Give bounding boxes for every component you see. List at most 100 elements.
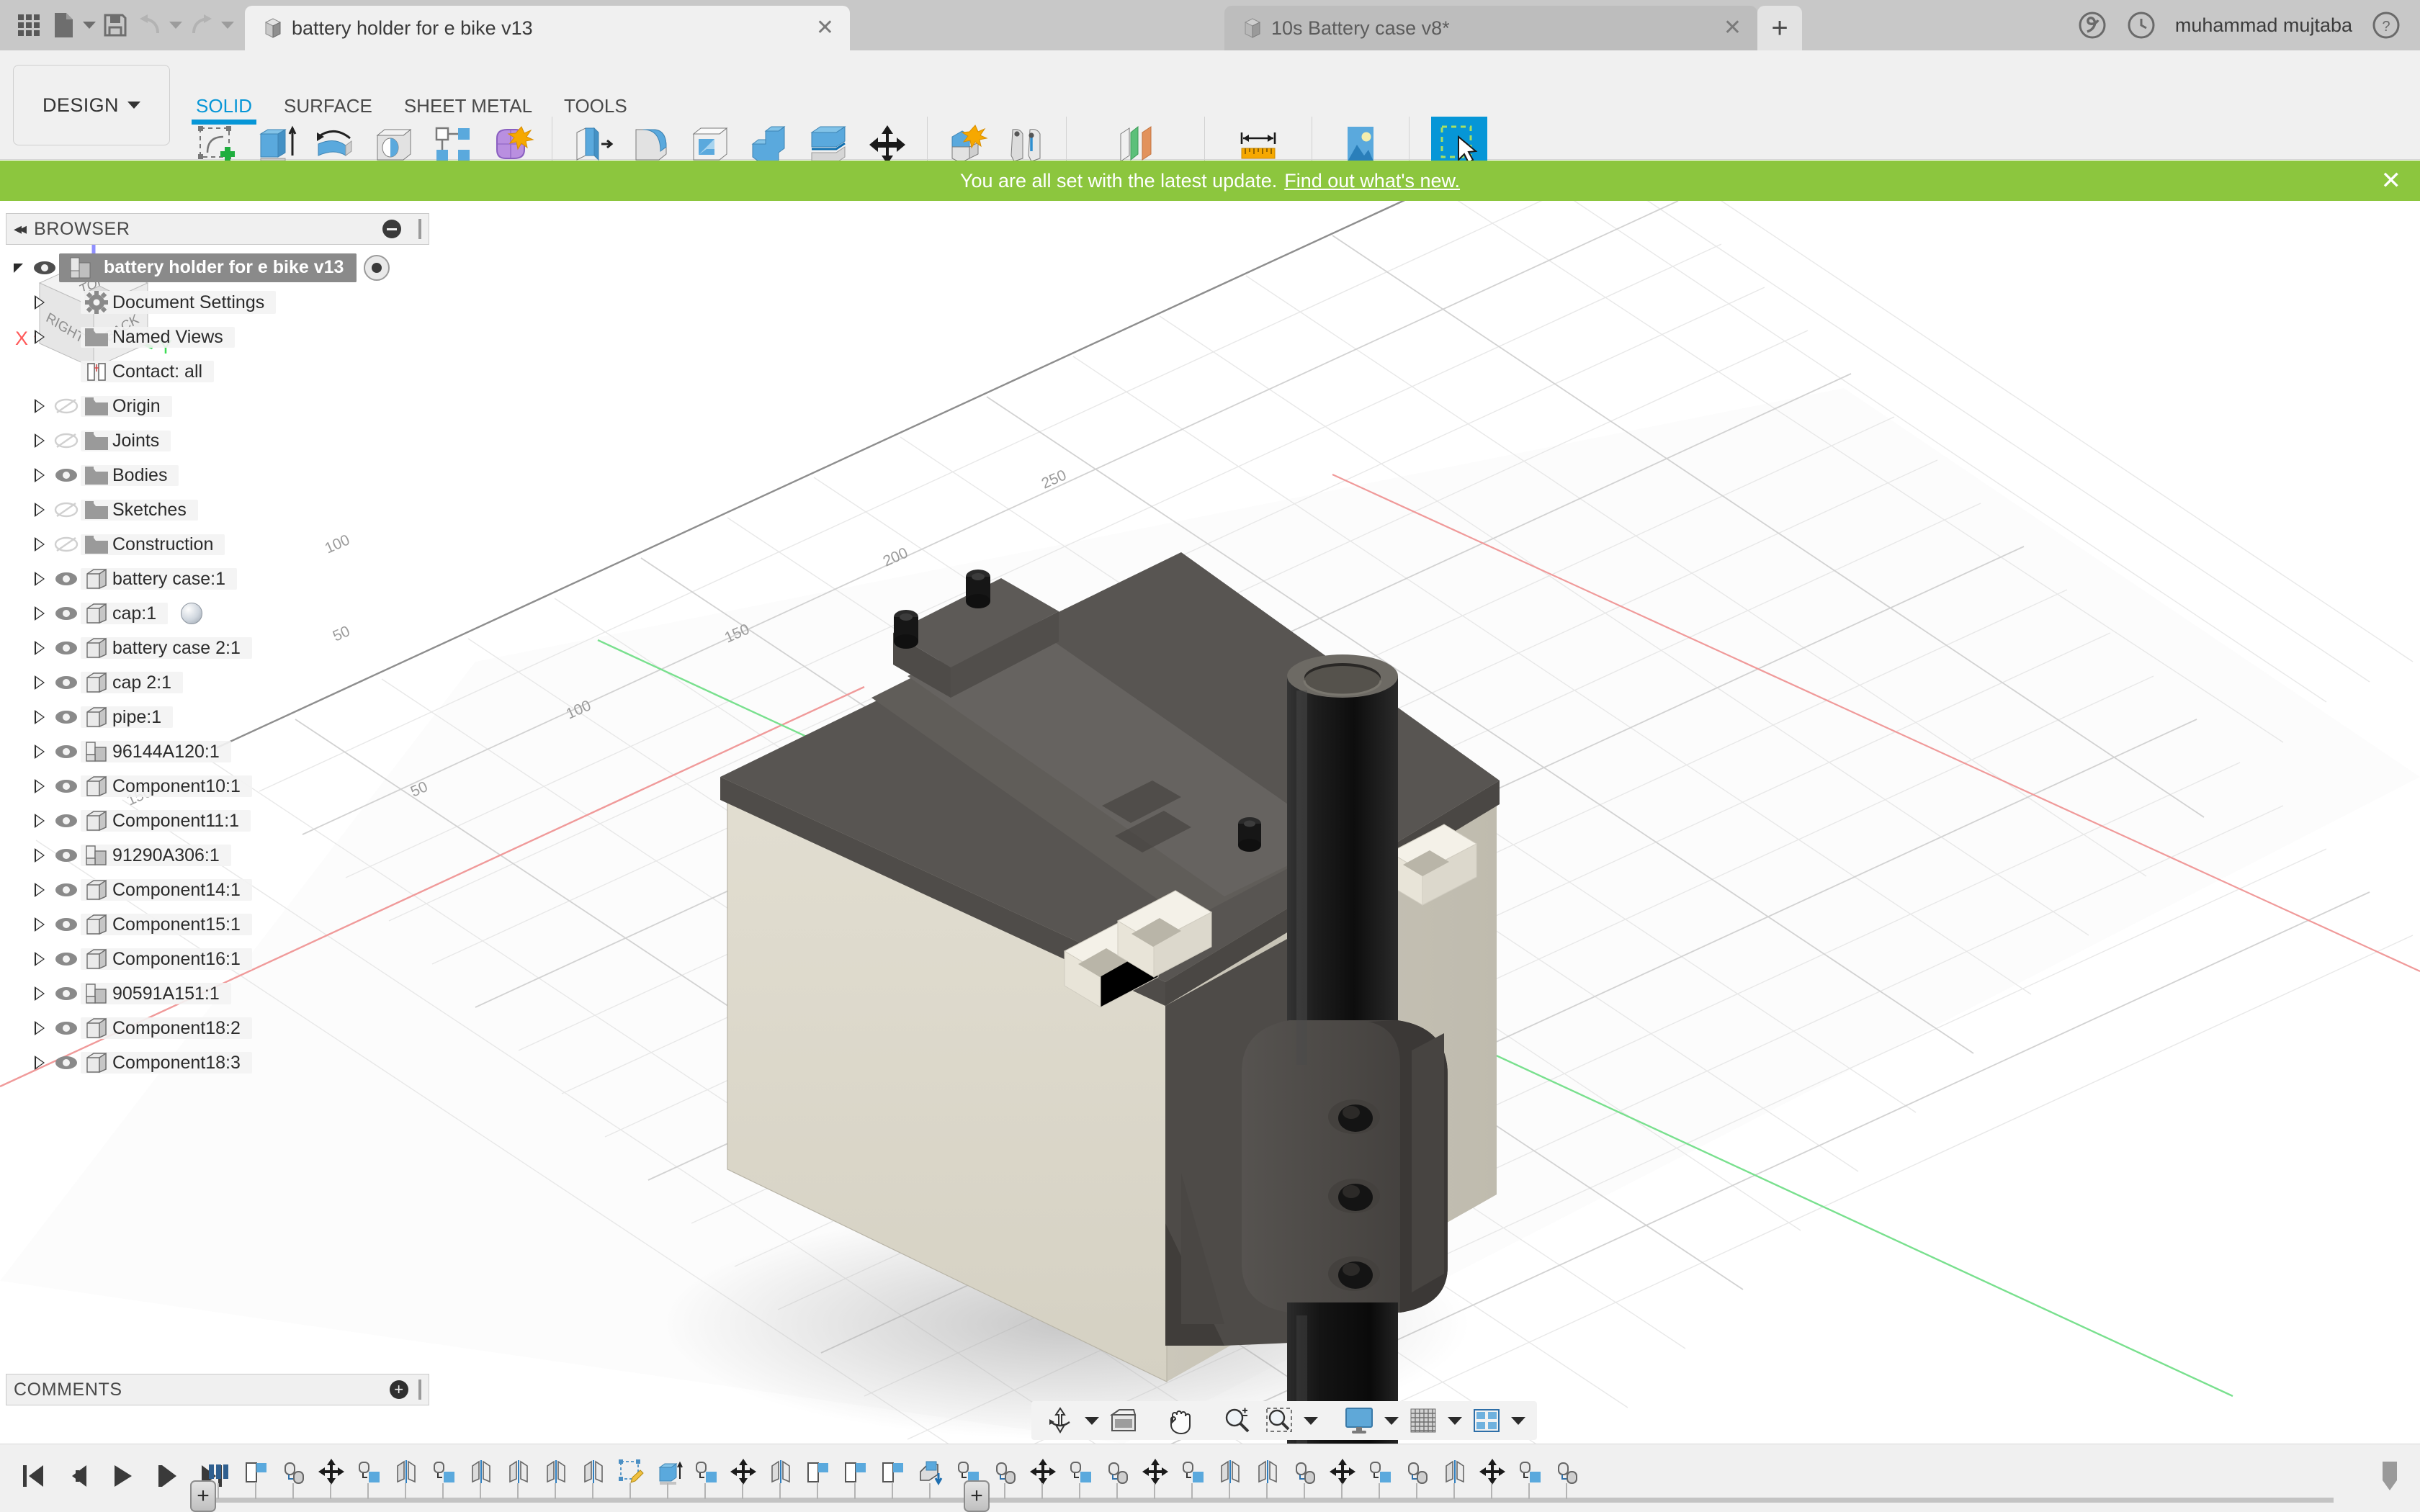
expand-arrow-right-icon[interactable]	[27, 503, 52, 517]
mirror-feature[interactable]	[387, 1453, 425, 1490]
visibility-eye-icon[interactable]	[52, 813, 81, 829]
joint-feature[interactable]	[987, 1453, 1024, 1490]
visibility-eye-icon[interactable]	[30, 260, 59, 276]
extrude-feature[interactable]	[650, 1453, 687, 1490]
tree-item[interactable]: Component18:2	[6, 1011, 438, 1045]
expand-arrow-right-icon[interactable]	[27, 641, 52, 655]
tree-item[interactable]: Named Views	[6, 320, 438, 354]
rigid-group-feature[interactable]	[687, 1453, 725, 1490]
tree-item[interactable]: 90591A151:1	[6, 976, 438, 1011]
visibility-eye-icon[interactable]	[52, 502, 81, 518]
panel-resize-grip[interactable]	[418, 1380, 421, 1400]
visibility-eye-icon[interactable]	[52, 778, 81, 794]
app-grid-icon[interactable]	[13, 7, 45, 43]
expand-arrow-right-icon[interactable]	[27, 537, 52, 552]
document-tab-inactive[interactable]: 10s Battery case v8* ✕	[1224, 6, 1757, 50]
play-icon[interactable]	[104, 1456, 141, 1496]
timeline-marker-start[interactable]: +	[190, 1480, 216, 1512]
help-icon[interactable]: ?	[2371, 10, 2401, 40]
tree-item[interactable]: Contact: all	[6, 354, 438, 389]
tree-item[interactable]: Component15:1	[6, 907, 438, 942]
visibility-eye-icon[interactable]	[52, 571, 81, 587]
joint-feature[interactable]	[1549, 1453, 1586, 1490]
orbit-icon[interactable]	[1041, 1404, 1079, 1437]
tree-item[interactable]: Document Settings	[6, 285, 438, 320]
move-feature[interactable]	[1324, 1453, 1361, 1490]
visibility-eye-icon[interactable]	[52, 951, 81, 967]
grid-snaps-icon[interactable]	[1404, 1404, 1442, 1437]
look-at-icon[interactable]	[1105, 1404, 1142, 1437]
redo-icon[interactable]	[186, 7, 218, 43]
visibility-eye-icon[interactable]	[52, 744, 81, 760]
expand-arrow-right-icon[interactable]	[27, 986, 52, 1001]
mirror-feature[interactable]	[1211, 1453, 1249, 1490]
mirror-feature[interactable]	[500, 1453, 537, 1490]
banner-link[interactable]: Find out what's new.	[1284, 170, 1460, 192]
expand-arrow-right-icon[interactable]	[27, 433, 52, 448]
visibility-eye-icon[interactable]	[52, 882, 81, 898]
move-feature[interactable]	[1474, 1453, 1511, 1490]
tree-item[interactable]: Component11:1	[6, 804, 438, 838]
rigid-group-feature[interactable]	[1062, 1453, 1099, 1490]
undo-dropdown-icon[interactable]	[169, 7, 183, 43]
visibility-eye-icon[interactable]	[52, 986, 81, 1002]
viewports-dropdown-icon[interactable]	[1510, 1404, 1527, 1437]
job-status-icon[interactable]	[2126, 10, 2156, 40]
orbit-dropdown-icon[interactable]	[1083, 1404, 1101, 1437]
tree-item[interactable]: cap:1	[6, 596, 438, 631]
visibility-eye-icon[interactable]	[52, 709, 81, 725]
step-forward-icon[interactable]	[148, 1456, 186, 1496]
expand-arrow-right-icon[interactable]	[27, 917, 52, 932]
expand-arrow-right-icon[interactable]	[27, 399, 52, 413]
rigid-group-feature[interactable]	[1361, 1453, 1399, 1490]
joint-feature[interactable]	[1399, 1453, 1436, 1490]
tree-root-node[interactable]: battery holder for e bike v13	[6, 251, 438, 285]
expand-arrow-right-icon[interactable]	[27, 952, 52, 966]
move-feature[interactable]	[725, 1453, 762, 1490]
new-component-feature[interactable]	[837, 1453, 874, 1490]
workspace-switcher-button[interactable]: DESIGN	[13, 65, 170, 145]
close-tab-icon[interactable]: ✕	[816, 17, 834, 39]
tree-item[interactable]: Component14:1	[6, 873, 438, 907]
expand-arrow-right-icon[interactable]	[27, 468, 52, 482]
expand-arrow-right-icon[interactable]	[27, 675, 52, 690]
display-settings-icon[interactable]	[1340, 1404, 1379, 1437]
tree-item[interactable]: battery case 2:1	[6, 631, 438, 665]
rigid-group-feature[interactable]	[350, 1453, 387, 1490]
visibility-eye-icon[interactable]	[52, 847, 81, 863]
move-feature[interactable]	[313, 1453, 350, 1490]
tree-item[interactable]: pipe:1	[6, 700, 438, 734]
step-back-icon[interactable]	[59, 1456, 97, 1496]
activate-component-radio[interactable]	[364, 255, 390, 281]
display-settings-dropdown-icon[interactable]	[1383, 1404, 1400, 1437]
move-feature[interactable]	[1137, 1453, 1174, 1490]
expand-arrow-right-icon[interactable]	[27, 848, 52, 863]
visibility-eye-icon[interactable]	[52, 467, 81, 483]
redo-dropdown-icon[interactable]	[220, 7, 235, 43]
tree-item[interactable]: cap 2:1	[6, 665, 438, 700]
mirror-feature[interactable]	[762, 1453, 799, 1490]
add-comment-icon[interactable]: +	[390, 1380, 408, 1399]
tree-item[interactable]: Component18:3	[6, 1045, 438, 1080]
visibility-eye-icon[interactable]	[52, 1020, 81, 1036]
document-tab-active[interactable]: battery holder for e bike v13 ✕	[245, 6, 850, 50]
close-tab-icon[interactable]: ✕	[1724, 17, 1742, 39]
minimize-panel-icon[interactable]	[382, 220, 401, 238]
tree-item[interactable]: Component10:1	[6, 769, 438, 804]
rigid-group-feature[interactable]	[1511, 1453, 1549, 1490]
expand-arrow-right-icon[interactable]	[27, 1056, 52, 1070]
visibility-eye-icon[interactable]	[52, 675, 81, 690]
new-component-feature[interactable]	[238, 1453, 275, 1490]
visibility-eye-icon[interactable]	[52, 640, 81, 656]
expand-arrow-right-icon[interactable]	[27, 330, 52, 344]
grid-snaps-dropdown-icon[interactable]	[1446, 1404, 1464, 1437]
joint-feature[interactable]	[1286, 1453, 1324, 1490]
tree-item[interactable]: Bodies	[6, 458, 438, 492]
comments-panel-header[interactable]: COMMENTS +	[6, 1374, 429, 1405]
timeline-marker-mid[interactable]: +	[964, 1480, 990, 1512]
new-component-feature[interactable]	[874, 1453, 912, 1490]
zoom-icon[interactable]	[1219, 1404, 1256, 1437]
visibility-eye-icon[interactable]	[52, 398, 81, 414]
viewports-icon[interactable]	[1468, 1404, 1505, 1437]
close-icon[interactable]: ✕	[2381, 168, 2402, 193]
